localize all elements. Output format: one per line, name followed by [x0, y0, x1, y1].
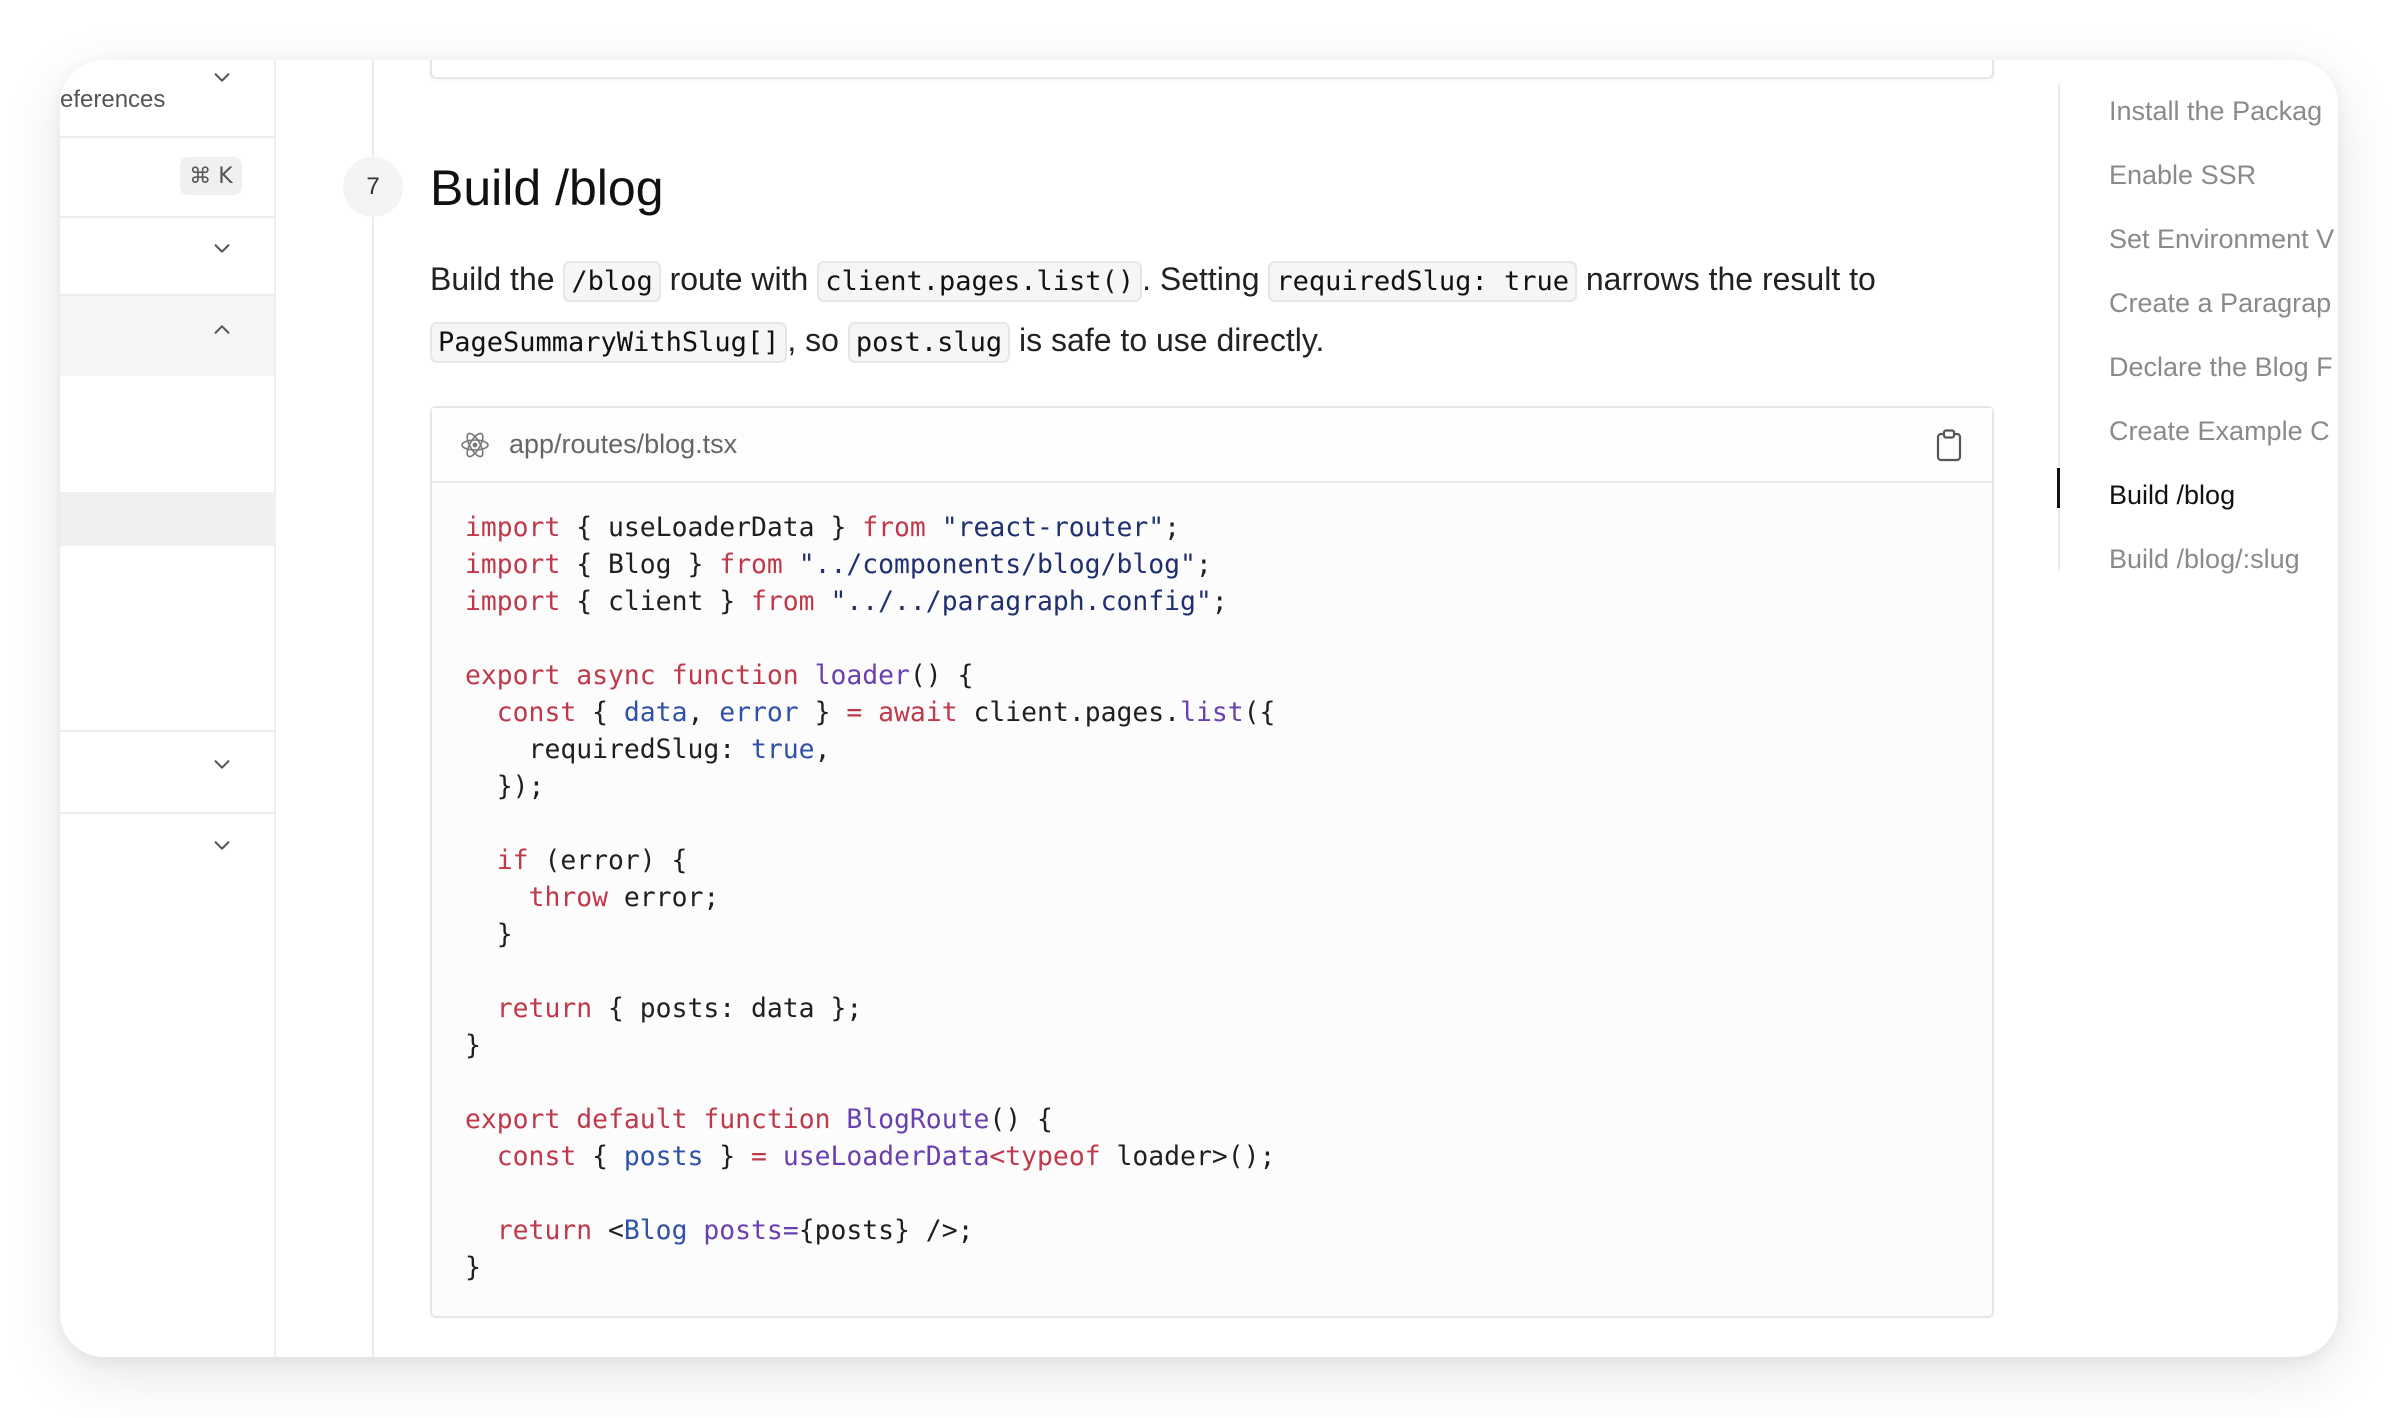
sidebar: eferences ⌘ K — [60, 60, 276, 1357]
toc-item[interactable]: Set Environment V — [2109, 224, 2334, 255]
chevron-down-icon[interactable] — [211, 834, 233, 856]
toc-item[interactable]: Declare the Blog F — [2109, 352, 2333, 383]
inline-code: /blog — [563, 261, 661, 302]
text: narrows the result to — [1576, 261, 1876, 297]
chevron-down-icon[interactable] — [211, 237, 233, 259]
toc-active-indicator — [2057, 468, 2060, 508]
search-shortcut-badge[interactable]: ⌘ K — [180, 157, 242, 195]
chevron-down-icon[interactable] — [211, 66, 233, 88]
toc-item[interactable]: Create Example C — [2109, 416, 2330, 447]
sidebar-divider — [60, 136, 274, 138]
toc-item[interactable]: Install the Packag — [2109, 96, 2322, 127]
sidebar-divider — [60, 812, 274, 814]
sidebar-item-references[interactable]: eferences — [60, 86, 165, 114]
toc-item[interactable]: Build /blog/:slug — [2109, 544, 2300, 575]
inline-code: post.slug — [847, 322, 1011, 363]
chevron-down-icon[interactable] — [211, 753, 233, 775]
sidebar-section-expanded[interactable] — [60, 296, 274, 376]
react-icon — [460, 430, 490, 460]
text: . Setting — [1142, 261, 1269, 297]
inline-code: requiredSlug: true — [1268, 261, 1577, 302]
step-rail — [372, 60, 374, 1357]
code-block-header: app/routes/blog.tsx — [432, 408, 1992, 483]
code-content: import { useLoaderData } from "react-rou… — [465, 512, 1276, 1283]
text: route with — [660, 261, 818, 297]
section-description: Build the /blog route with client.pages.… — [430, 250, 2030, 372]
step-number-badge: 7 — [343, 157, 403, 217]
text: Build the — [430, 261, 564, 297]
previous-code-block — [430, 60, 1994, 79]
sidebar-item-selected[interactable] — [60, 492, 274, 546]
section-heading: Build /blog — [430, 160, 664, 216]
chevron-up-icon[interactable] — [211, 319, 233, 341]
text: is safe to use directly. — [1010, 322, 1325, 358]
code-filename: app/routes/blog.tsx — [509, 429, 738, 459]
code-block: app/routes/blog.tsx import { useLoaderDa… — [430, 406, 1994, 1318]
toc-item[interactable]: Create a Paragrap — [2109, 288, 2331, 319]
inline-code: PageSummaryWithSlug[] — [430, 322, 788, 363]
inline-code: client.pages.list() — [817, 261, 1143, 302]
app-window: eferences ⌘ K 7 Build /blog Build the /b… — [60, 60, 2338, 1357]
sidebar-divider — [60, 730, 274, 732]
toc-item[interactable]: Build /blog — [2109, 480, 2235, 511]
sidebar-divider — [60, 216, 274, 218]
text: , so — [787, 322, 848, 358]
toc-item[interactable]: Enable SSR — [2109, 160, 2256, 191]
clipboard-icon[interactable] — [1934, 428, 1964, 462]
